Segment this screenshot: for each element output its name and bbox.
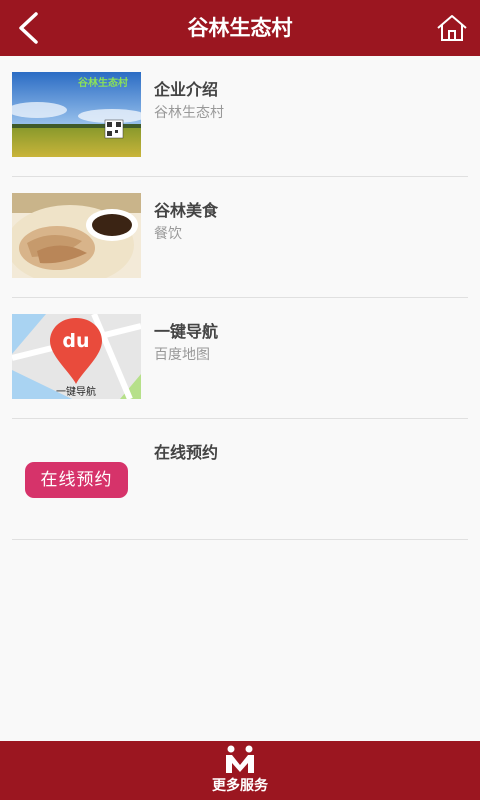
rice-field-photo: 谷林生态村	[12, 72, 141, 157]
item-subtitle: 餐饮	[154, 226, 182, 242]
service-list: 谷林生态村 企业介绍 谷林生态村 谷林美食 餐饮 du 一键导航 一键导航 百度…	[12, 56, 468, 540]
more-services-label: 更多服务	[212, 778, 268, 794]
baidu-map-icon: du 一键导航	[12, 314, 141, 399]
item-subtitle: 百度地图	[154, 347, 210, 363]
reserve-badge: 在线预约	[25, 462, 128, 498]
list-item-navigation[interactable]: du 一键导航 一键导航 百度地图	[12, 298, 468, 419]
item-title: 谷林美食	[154, 201, 219, 220]
page-title: 谷林生态村	[187, 16, 293, 40]
home-button[interactable]	[430, 6, 474, 50]
back-button[interactable]	[6, 6, 50, 50]
item-title: 一键导航	[154, 322, 219, 341]
food-photo	[12, 193, 141, 278]
map-badge-text: du	[62, 330, 89, 352]
item-subtitle: 谷林生态村	[154, 105, 224, 121]
list-item-reservation[interactable]: 在线预约 在线预约	[12, 419, 468, 540]
chevron-left-icon	[19, 12, 38, 44]
people-icon	[226, 745, 254, 773]
item-title: 在线预约	[154, 443, 219, 462]
more-services-button[interactable]: 更多服务	[0, 741, 480, 800]
list-item-food[interactable]: 谷林美食 餐饮	[12, 177, 468, 298]
map-caption: 一键导航	[56, 385, 96, 398]
home-icon	[437, 15, 467, 41]
item-title: 企业介绍	[154, 80, 219, 99]
top-navigation-bar: 谷林生态村	[0, 0, 480, 56]
list-item-company-intro[interactable]: 谷林生态村 企业介绍 谷林生态村	[12, 56, 468, 177]
image-caption: 谷林生态村	[78, 76, 128, 89]
